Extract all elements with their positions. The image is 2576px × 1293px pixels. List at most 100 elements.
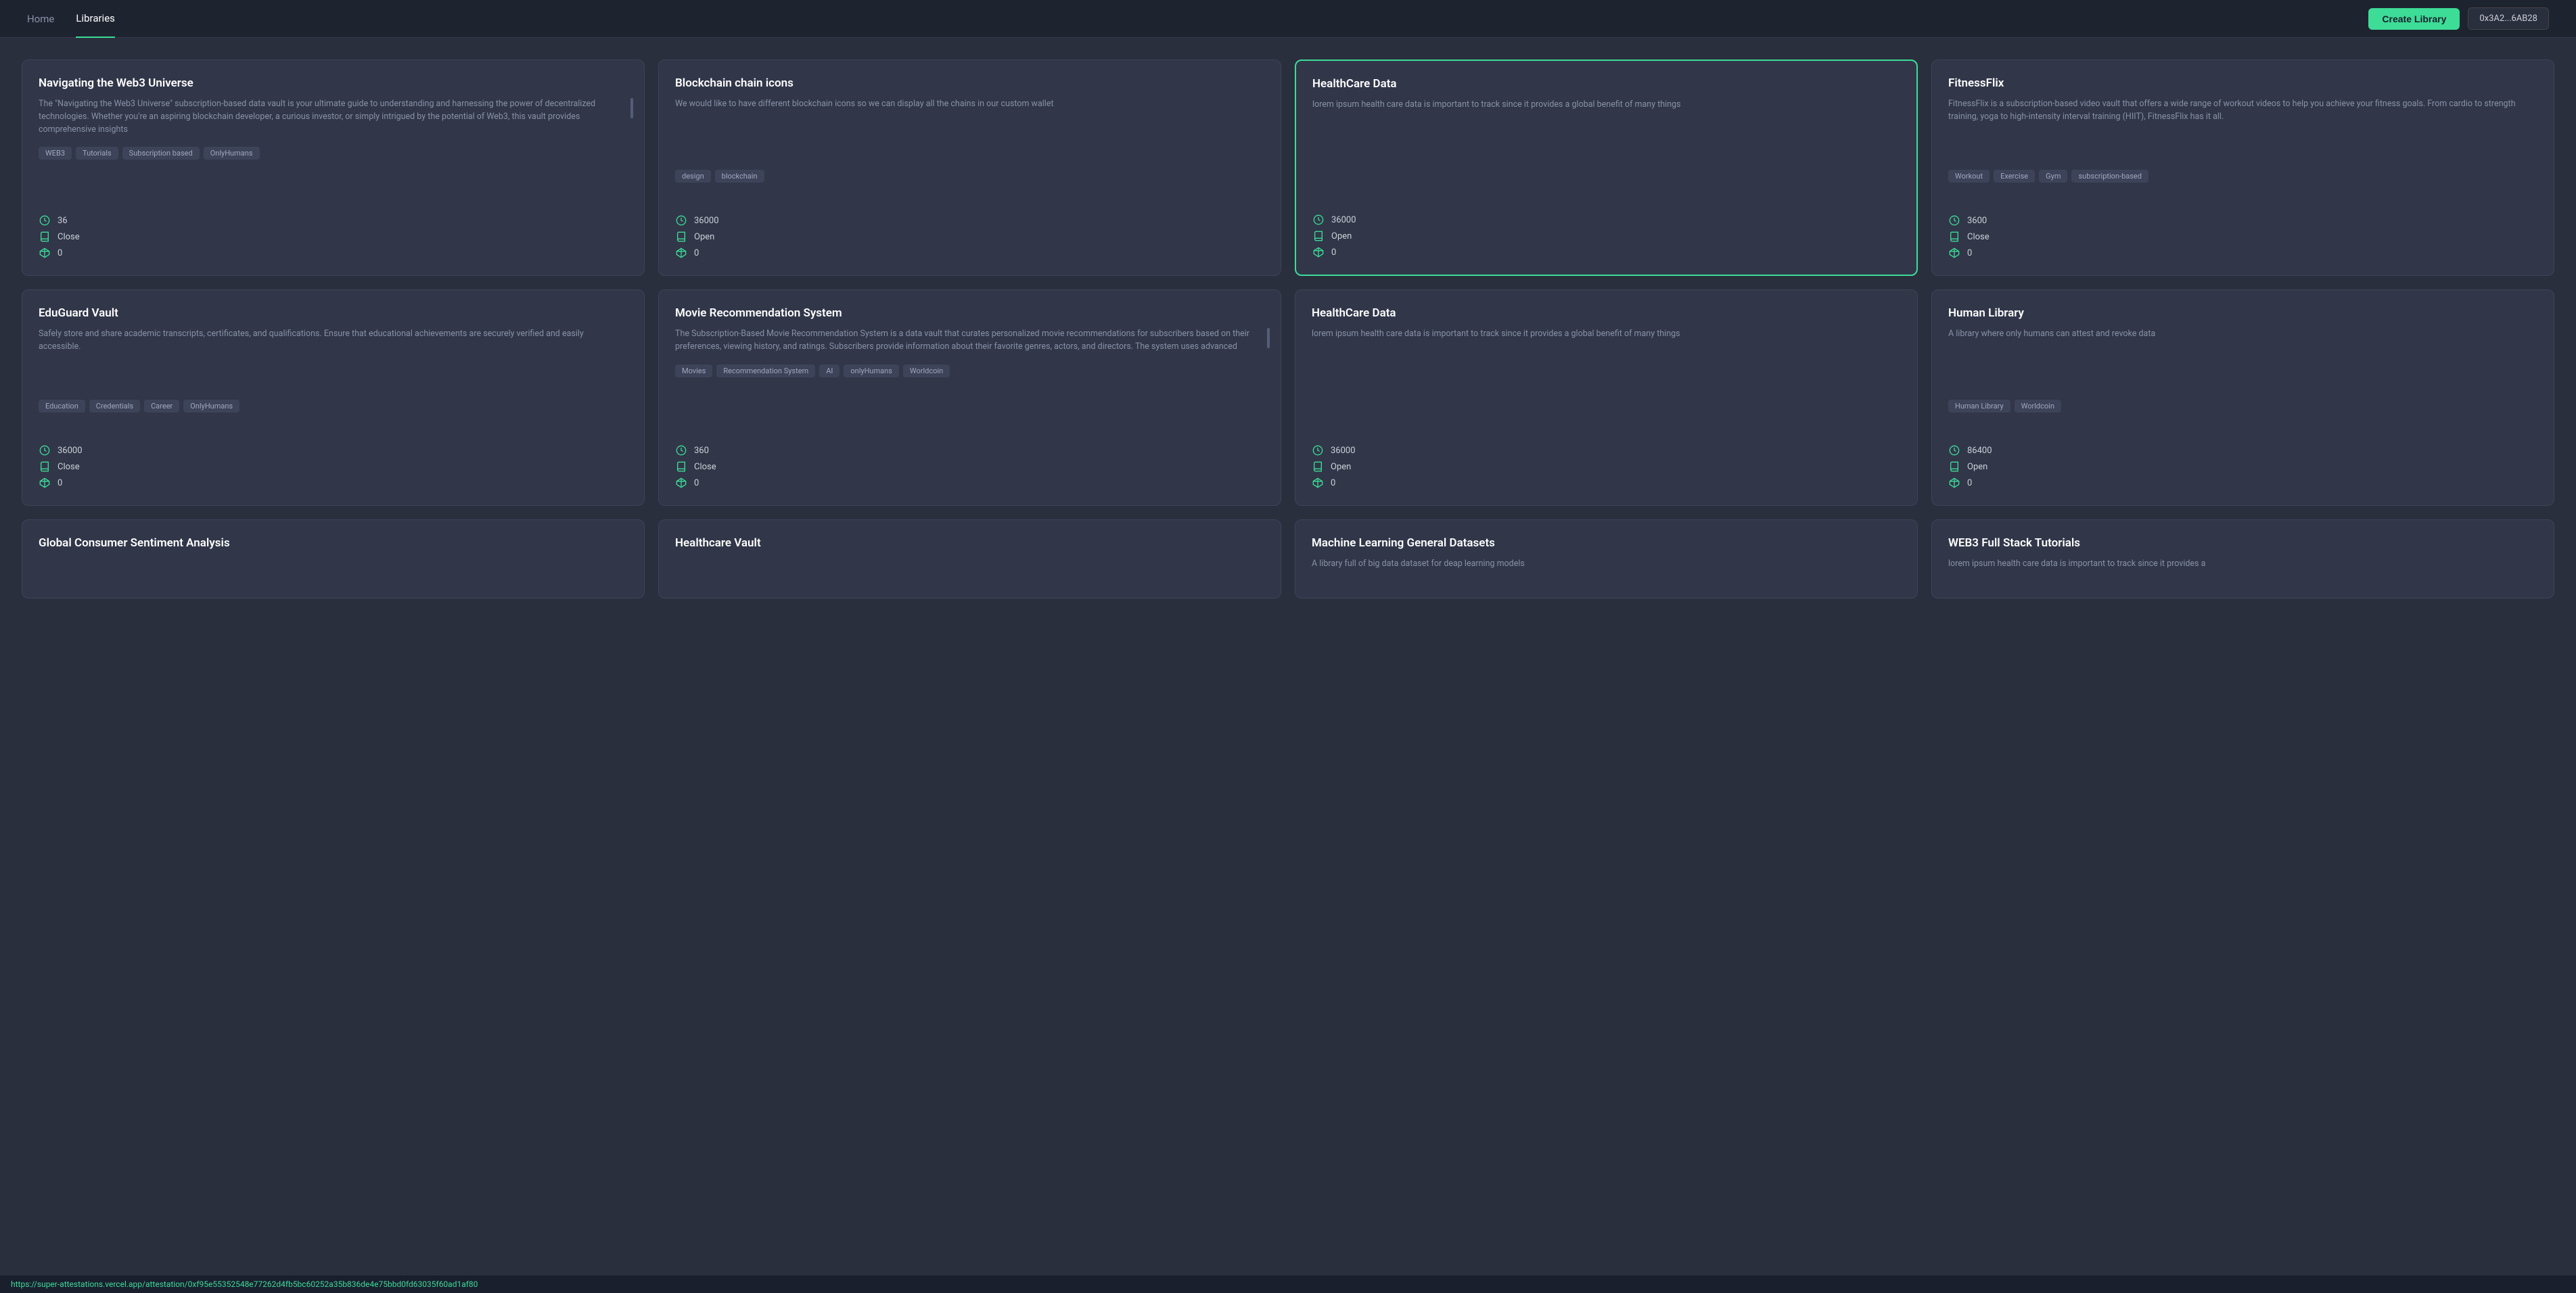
card-tags: EducationCredentialsCareerOnlyHumans xyxy=(39,400,628,413)
card-title: Global Consumer Sentiment Analysis xyxy=(39,536,628,550)
book-icon xyxy=(675,461,687,473)
card-stats: 86400 Open 0 xyxy=(1948,444,2537,489)
stat-diamond-value: 0 xyxy=(1331,478,1335,488)
library-card[interactable]: Movie Recommendation System The Subscrip… xyxy=(658,289,1281,506)
stat-count: 360 xyxy=(675,444,1264,456)
stat-access-value: Close xyxy=(1967,232,1990,242)
book-icon xyxy=(1312,230,1325,242)
library-card[interactable]: Human Library A library where only human… xyxy=(1931,289,2554,506)
stat-count: 36000 xyxy=(39,444,628,456)
stat-count: 36000 xyxy=(1312,444,1901,456)
card-title: EduGuard Vault xyxy=(39,306,628,320)
stat-access: Close xyxy=(675,461,1264,473)
stat-access: Close xyxy=(39,231,628,243)
library-card[interactable]: HealthCare Data lorem ipsum health care … xyxy=(1295,60,1918,276)
status-url: https://super-attestations.vercel.app/at… xyxy=(11,1279,478,1289)
book-icon xyxy=(1948,461,1960,473)
card-tag: blockchain xyxy=(715,170,764,183)
card-tag: Education xyxy=(39,400,85,413)
card-tag: Human Library xyxy=(1948,400,2010,413)
clock-icon xyxy=(1948,214,1960,227)
book-icon xyxy=(1948,231,1960,243)
library-card[interactable]: Navigating the Web3 Universe The "Naviga… xyxy=(22,60,645,276)
clock-icon xyxy=(1312,214,1325,226)
stat-access-value: Open xyxy=(1331,231,1352,241)
diamond-icon xyxy=(1948,477,1960,489)
clock-icon xyxy=(675,444,687,456)
stat-count-value: 36000 xyxy=(58,446,83,456)
card-tags: WEB3TutorialsSubscription basedOnlyHuman… xyxy=(39,147,628,160)
card-stats: 36000 Close 0 xyxy=(39,444,628,489)
nav-libraries[interactable]: Libraries xyxy=(76,0,115,38)
stat-access: Close xyxy=(1948,231,2537,243)
library-card[interactable]: Healthcare Vault xyxy=(658,519,1281,598)
card-title: Blockchain chain icons xyxy=(675,76,1264,90)
library-card[interactable]: Global Consumer Sentiment Analysis xyxy=(22,519,645,598)
stat-access: Open xyxy=(675,231,1264,243)
card-title: Machine Learning General Datasets xyxy=(1312,536,1901,550)
card-description: The "Navigating the Web3 Universe" subsc… xyxy=(39,98,628,136)
card-tags: design blockchain xyxy=(675,170,1264,183)
card-description: lorem ipsum health care data is importan… xyxy=(1948,558,2537,571)
library-card[interactable]: HealthCare Data lorem ipsum health care … xyxy=(1295,289,1918,506)
stat-count-value: 36000 xyxy=(694,216,719,226)
stat-count: 36000 xyxy=(675,214,1264,227)
card-tags: WorkoutExerciseGymsubscription-based xyxy=(1948,170,2537,183)
diamond-icon xyxy=(675,247,687,259)
card-tag: WEB3 xyxy=(39,147,72,160)
wallet-address: 0x3A2...6AB28 xyxy=(2468,7,2549,30)
card-tag: design xyxy=(675,170,711,183)
card-tag: Worldcoin xyxy=(903,365,950,377)
stat-diamond-value: 0 xyxy=(1967,478,1972,488)
library-card[interactable]: Blockchain chain icons We would like to … xyxy=(658,60,1281,276)
stat-access-value: Close xyxy=(58,232,80,242)
stat-count-value: 36000 xyxy=(1331,446,1356,456)
library-card[interactable]: WEB3 Full Stack Tutorials lorem ipsum he… xyxy=(1931,519,2554,598)
diamond-icon xyxy=(1312,477,1324,489)
card-tag: Credentials xyxy=(89,400,140,413)
library-card[interactable]: Machine Learning General Datasets A libr… xyxy=(1295,519,1918,598)
stat-access-value: Open xyxy=(1967,462,1987,472)
card-tags: MoviesRecommendation SystemAIonlyHumansW… xyxy=(675,365,1264,377)
library-card[interactable]: EduGuard Vault Safely store and share ac… xyxy=(22,289,645,506)
stat-count-value: 36 xyxy=(58,216,68,226)
clock-icon xyxy=(1948,444,1960,456)
card-tag: Workout xyxy=(1948,170,1990,183)
stat-access-value: Close xyxy=(694,462,716,472)
header: Home Libraries Create Library 0x3A2...6A… xyxy=(0,0,2576,38)
nav-home[interactable]: Home xyxy=(27,1,54,37)
card-tag: Recommendation System xyxy=(716,365,815,377)
library-card[interactable]: FitnessFlix FitnessFlix is a subscriptio… xyxy=(1931,60,2554,276)
library-grid: Navigating the Web3 Universe The "Naviga… xyxy=(22,60,2554,598)
card-stats: 360 Close 0 xyxy=(675,444,1264,489)
card-tag: onlyHumans xyxy=(844,365,899,377)
stat-access: Close xyxy=(39,461,628,473)
card-tag: subscription-based xyxy=(2071,170,2148,183)
card-description: lorem ipsum health care data is importan… xyxy=(1312,99,1900,160)
card-title: HealthCare Data xyxy=(1312,77,1900,91)
card-tag: Exercise xyxy=(1994,170,2035,183)
card-description: A library where only humans can attest a… xyxy=(1948,328,2537,389)
stat-diamonds: 0 xyxy=(675,247,1264,259)
diamond-icon xyxy=(39,247,51,259)
card-description: We would like to have different blockcha… xyxy=(675,98,1264,159)
stat-diamonds: 0 xyxy=(1948,477,2537,489)
card-tags: Human LibraryWorldcoin xyxy=(1948,400,2537,413)
create-library-button[interactable]: Create Library xyxy=(2368,8,2460,30)
stat-access: Open xyxy=(1948,461,2537,473)
stat-access-value: Open xyxy=(694,232,714,242)
card-title: Healthcare Vault xyxy=(675,536,1264,550)
header-actions: Create Library 0x3A2...6AB28 xyxy=(2368,7,2549,30)
stat-count-value: 3600 xyxy=(1967,216,1987,226)
card-description xyxy=(675,558,1264,571)
main-nav: Home Libraries xyxy=(27,0,115,38)
stat-access: Open xyxy=(1312,230,1900,242)
card-description: Safely store and share academic transcri… xyxy=(39,328,628,389)
card-description xyxy=(39,558,628,571)
card-tag: AI xyxy=(819,365,840,377)
clock-icon xyxy=(1312,444,1324,456)
card-stats: 36000 Open 0 xyxy=(675,214,1264,259)
card-description: A library full of big data dataset for d… xyxy=(1312,558,1901,571)
card-title: WEB3 Full Stack Tutorials xyxy=(1948,536,2537,550)
stat-diamonds: 0 xyxy=(1948,247,2537,259)
